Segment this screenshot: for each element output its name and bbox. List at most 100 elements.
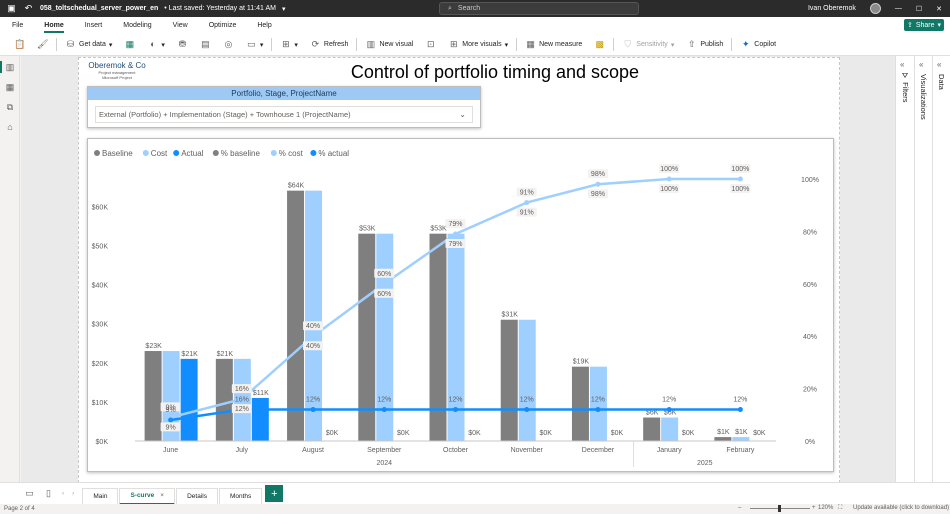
zoom-thumb[interactable] <box>778 505 781 512</box>
menu-insert[interactable]: Insert <box>85 22 103 29</box>
search-box[interactable]: ⌕ Search <box>439 2 639 15</box>
model-view-icon[interactable]: ⧉ <box>5 102 15 112</box>
onelake-button[interactable]: ◐ ▾ <box>141 34 171 56</box>
visualizations-pane[interactable]: « Visualizations <box>915 56 933 482</box>
mobile-layout-icon[interactable]: ▯ <box>43 488 54 499</box>
tab-details[interactable]: Details <box>176 487 218 505</box>
tab-s-curve[interactable]: S-curve × <box>119 487 176 505</box>
more-visuals-button[interactable]: ⊞ More visuals ▾ <box>442 34 514 56</box>
copilot-button[interactable]: ✦ Copilot <box>734 34 782 56</box>
menu-optimize[interactable]: Optimize <box>209 22 237 29</box>
chevron-down-icon[interactable]: ▾ <box>282 5 286 13</box>
y-tick-label: $10K <box>92 400 109 407</box>
legend-label: % actual <box>318 149 349 158</box>
menu-help[interactable]: Help <box>257 22 271 29</box>
new-measure-button[interactable]: ▦ New measure <box>519 34 588 56</box>
bar-baseline <box>714 437 732 441</box>
quick-measure-button[interactable]: ▩ <box>588 34 611 56</box>
share-label: Share <box>915 21 935 29</box>
chevron-down-icon: ▾ <box>504 41 509 49</box>
table-view-icon[interactable]: ▦ <box>5 82 15 92</box>
tab-months[interactable]: Months <box>218 487 263 505</box>
zoom-level[interactable]: 120% <box>818 505 833 511</box>
slicer-dropdown[interactable]: External (Portfolio) + Implementation (S… <box>95 106 473 123</box>
collapse-icon[interactable]: « <box>900 60 904 69</box>
zoom-in-icon[interactable]: + <box>812 505 816 511</box>
desktop-layout-icon[interactable]: ▭ <box>24 488 35 499</box>
chart-icon: ▥ <box>366 39 376 49</box>
clipboard-icon: 📋 <box>14 39 26 49</box>
shield-icon: ⛉ <box>624 39 632 49</box>
dataverse-button[interactable]: ◎ <box>217 34 240 56</box>
menu-view[interactable]: View <box>173 22 188 29</box>
data-label: $21K <box>181 351 198 358</box>
filters-label[interactable]: ⛛ Filters <box>900 72 910 103</box>
pct-cost-label: 98% <box>591 191 605 198</box>
data-label: $19K <box>573 359 590 366</box>
tab-main[interactable]: Main <box>82 487 119 505</box>
close-icon[interactable]: ✕ <box>936 5 942 13</box>
view-rail: ▥ ▦ ⧉ ⌂ <box>0 56 20 482</box>
close-tab-icon[interactable]: × <box>160 492 164 499</box>
enter-data-button[interactable]: ▤ <box>194 34 217 56</box>
save-icon[interactable]: ▣ <box>6 3 17 14</box>
sql-button[interactable]: ⛃ <box>171 34 194 56</box>
undo-icon[interactable]: ↶ <box>23 3 34 14</box>
slicer[interactable]: Portfolio, Stage, ProjectName External (… <box>87 86 481 128</box>
collapse-icon[interactable]: « <box>919 60 923 69</box>
transform-data-button[interactable]: ⊞ ▾ <box>274 34 304 56</box>
pct-actual-label: 16% <box>235 397 249 404</box>
s-curve-chart[interactable]: Baseline Cost Actual % baseline % cost % actu… <box>87 138 834 472</box>
paste-button[interactable]: 📋 <box>8 34 31 56</box>
filters-pane[interactable]: « ⛛ Filters <box>896 56 915 482</box>
zoom-out-icon[interactable]: – <box>738 505 741 511</box>
avatar[interactable] <box>869 3 881 14</box>
data-label: $0K <box>611 430 624 437</box>
bar-baseline <box>144 351 162 441</box>
data-pane[interactable]: « Data <box>933 56 950 482</box>
format-painter-button[interactable]: 🖌 <box>31 34 54 56</box>
data-label[interactable]: Data <box>937 74 946 90</box>
more-visuals-label: More visuals <box>462 41 502 48</box>
new-visual-button[interactable]: ▥ New visual <box>359 34 419 56</box>
menu-modeling[interactable]: Modeling <box>123 22 151 29</box>
menu-file[interactable]: File <box>12 22 23 29</box>
maximize-icon[interactable]: ☐ <box>916 5 922 13</box>
collapse-icon[interactable]: « <box>937 60 941 69</box>
legend-marker <box>310 150 317 156</box>
line-point <box>595 407 601 413</box>
sensitivity-button[interactable]: ⛉ Sensitivity ▾ <box>616 34 680 56</box>
pct-actual-label: 12% <box>733 397 747 404</box>
x-tick-label: July <box>236 447 249 454</box>
dataverse-icon: ◎ <box>224 39 233 49</box>
publish-icon: ⇧ <box>688 39 696 49</box>
fit-page-icon[interactable]: ⛶ <box>838 505 842 512</box>
minimize-icon[interactable]: — <box>895 5 902 12</box>
chevron-down-icon[interactable]: ⌄ <box>459 110 466 119</box>
get-data-button[interactable]: ⛁ Get data ▾ <box>59 34 118 56</box>
publish-button[interactable]: ⇧ Publish <box>680 34 729 56</box>
add-page-button[interactable]: + <box>265 485 284 502</box>
text-box-button[interactable]: ⊡ <box>419 34 442 56</box>
side-panes: « ⛛ Filters « Visualizations « Data <box>895 56 950 482</box>
data-label: $0K <box>753 430 766 437</box>
update-notice[interactable]: Update available (click to download) <box>853 505 949 511</box>
recent-sources-button[interactable]: ▭ ▾ <box>240 34 270 56</box>
data-label: $0K <box>468 430 481 437</box>
refresh-button[interactable]: ⟳ Refresh <box>304 34 355 56</box>
menu-home[interactable]: Home <box>44 22 65 33</box>
x-tick-label: June <box>163 447 178 454</box>
excel-button[interactable]: ▦ <box>118 34 141 56</box>
prev-page-icon[interactable]: ‹ <box>62 490 64 497</box>
visualizations-label[interactable]: Visualizations <box>919 74 928 120</box>
dax-query-icon[interactable]: ⌂ <box>5 122 15 132</box>
y-tick-label: $30K <box>92 322 109 329</box>
next-page-icon[interactable]: › <box>72 490 74 497</box>
y2-tick-label: 20% <box>803 387 817 394</box>
pct-actual-label: 9% <box>166 407 176 414</box>
report-view-icon[interactable]: ▥ <box>0 61 15 73</box>
saved-status[interactable]: • Last saved: Yesterday at 11:41 AM <box>164 5 276 12</box>
page-tabs-bar: ▭ ▯ ‹ › Main S-curve × Details Months + <box>0 482 950 505</box>
year-label: 2025 <box>697 460 713 467</box>
share-button[interactable]: ⇪ Share ▾ <box>904 19 944 31</box>
